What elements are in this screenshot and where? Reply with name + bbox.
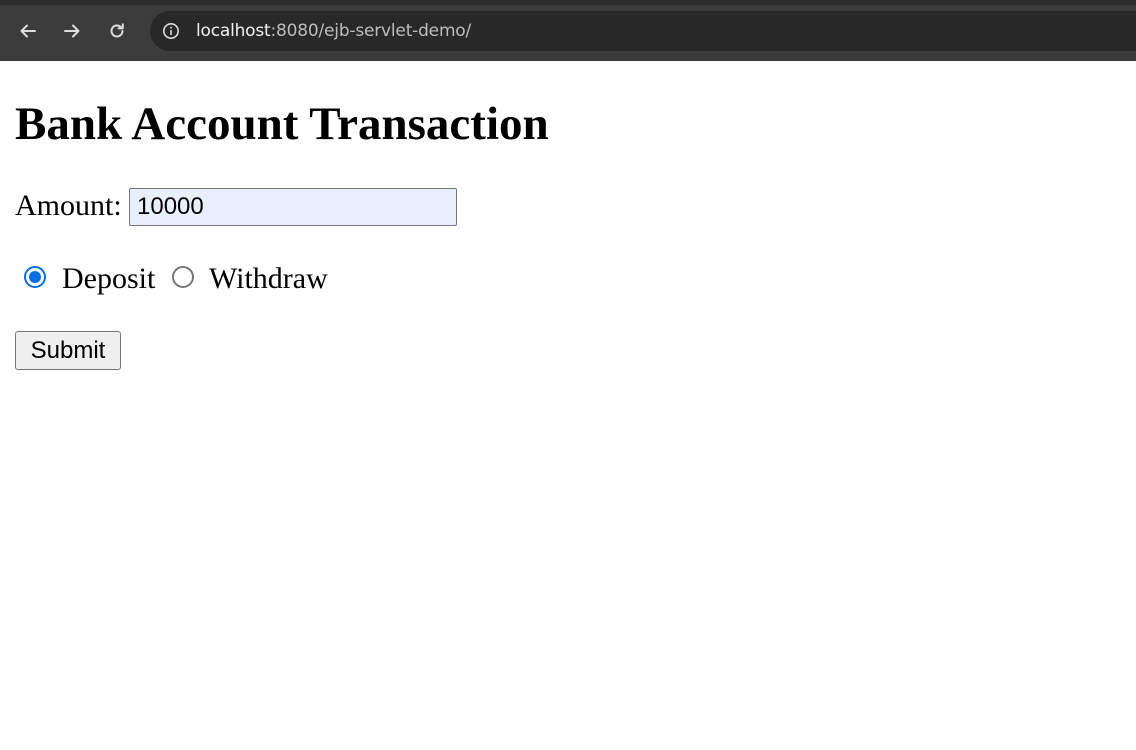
- amount-label: Amount:: [15, 189, 122, 222]
- back-arrow-icon: [18, 21, 38, 41]
- url-path: :8080/ejb-servlet-demo/: [270, 21, 472, 41]
- page-title: Bank Account Transaction: [15, 98, 549, 150]
- address-bar[interactable]: localhost:8080/ejb-servlet-demo/: [150, 11, 1136, 51]
- withdraw-radio[interactable]: [172, 266, 194, 288]
- withdraw-label[interactable]: Withdraw: [209, 261, 328, 297]
- deposit-label[interactable]: Deposit: [62, 261, 155, 297]
- url-host: localhost: [196, 21, 271, 41]
- tab-strip: [0, 0, 1136, 5]
- back-button[interactable]: [11, 14, 45, 48]
- reload-button[interactable]: [100, 14, 134, 48]
- forward-arrow-icon: [62, 21, 82, 41]
- deposit-radio[interactable]: [24, 266, 46, 288]
- submit-button[interactable]: Submit: [15, 331, 121, 370]
- amount-input[interactable]: [129, 188, 457, 226]
- reload-icon: [107, 21, 127, 41]
- page-content: Bank Account Transaction Amount: Deposit…: [0, 61, 1136, 750]
- browser-toolbar: localhost:8080/ejb-servlet-demo/: [0, 0, 1136, 61]
- forward-button[interactable]: [55, 14, 89, 48]
- info-icon[interactable]: [161, 21, 181, 41]
- url-text[interactable]: localhost:8080/ejb-servlet-demo/: [196, 20, 471, 42]
